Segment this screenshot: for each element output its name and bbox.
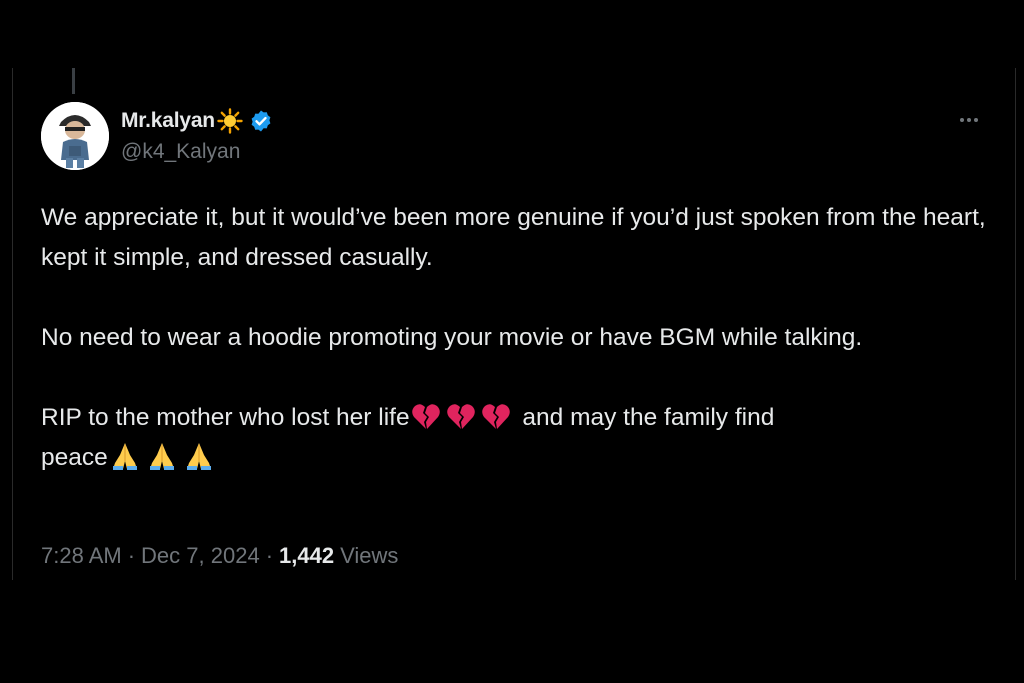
tweet-metadata: 7:28 AM · Dec 7, 2024 · 1,442 Views: [41, 543, 398, 569]
more-dot-icon: [960, 118, 964, 122]
more-dot-icon: [974, 118, 978, 122]
folded-hands-emoji-group: [109, 441, 220, 471]
author-handle[interactable]: @k4_Kalyan: [121, 140, 240, 164]
tweet-timestamp-link[interactable]: 7:28 AM · Dec 7, 2024: [41, 543, 260, 569]
more-options-button[interactable]: [953, 108, 985, 132]
verified-badge-icon[interactable]: [249, 109, 273, 133]
more-dot-icon: [967, 118, 971, 122]
author-name-row[interactable]: Mr.kalyan: [121, 108, 273, 134]
avatar-image: [41, 102, 109, 170]
thread-connector-line: [72, 68, 75, 94]
broken-heart-icon: [411, 404, 440, 429]
views-label: Views: [340, 543, 399, 568]
broken-hearts-emoji-group: [411, 403, 516, 431]
tweet-paragraph: No need to wear a hoodie promoting your …: [41, 324, 863, 351]
tweet-paragraph: We appreciate it, but it would’ve been m…: [41, 204, 993, 271]
tweet-date: Dec 7, 2024: [141, 543, 260, 568]
meta-separator: ·: [265, 543, 274, 568]
folded-hands-icon: [112, 443, 137, 470]
views-count: 1,442: [279, 543, 335, 568]
tweet-card[interactable]: Mr.kalyan @k4_Kalyan We appreciate it, b…: [12, 68, 1016, 580]
folded-hands-icon: [186, 443, 211, 470]
folded-hands-icon: [149, 443, 174, 470]
tweet-text: We appreciate it, but it would’ve been m…: [41, 198, 1001, 478]
tweet-text-segment: RIP to the mother who lost her life: [41, 404, 410, 431]
broken-heart-icon: [481, 404, 510, 429]
tweet-text-segment: and may the family find: [515, 404, 775, 431]
broken-heart-icon: [446, 404, 475, 429]
tweet-text-segment: peace: [41, 444, 108, 471]
display-name[interactable]: Mr.kalyan: [121, 109, 215, 133]
meta-separator: ·: [127, 543, 136, 568]
tweet-time: 7:28 AM: [41, 543, 122, 568]
tweet-paragraph: RIP to the mother who lost her life and …: [41, 398, 1001, 478]
avatar[interactable]: [41, 102, 109, 170]
sun-icon: [217, 108, 243, 134]
